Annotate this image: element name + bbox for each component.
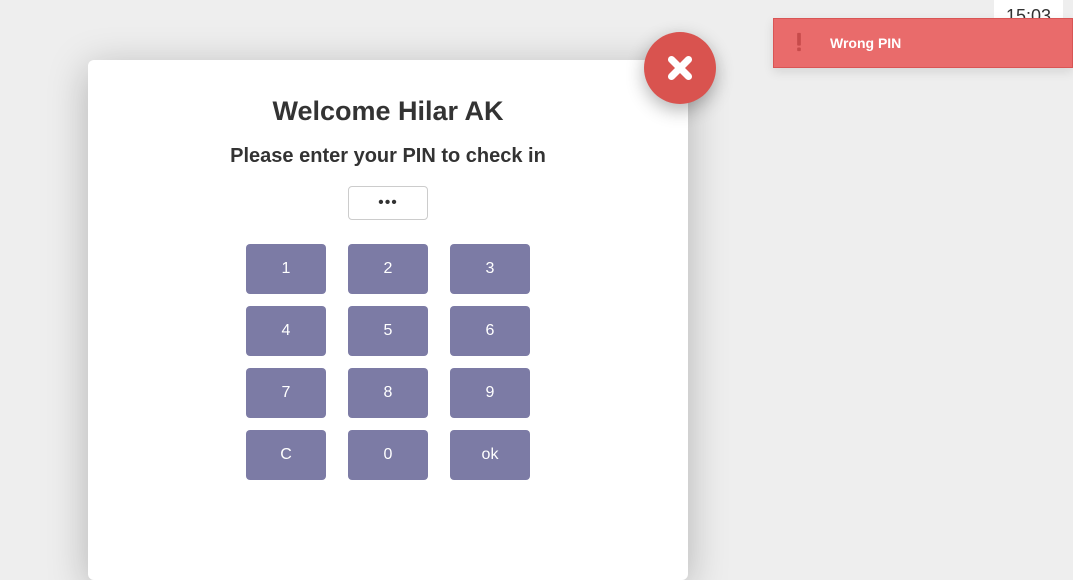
toast-inner: Wrong PIN xyxy=(788,31,1058,55)
key-4[interactable]: 4 xyxy=(246,306,326,356)
error-toast[interactable]: Wrong PIN xyxy=(773,18,1073,68)
key-9[interactable]: 9 xyxy=(450,368,530,418)
key-3[interactable]: 3 xyxy=(450,244,530,294)
keypad: 1 2 3 4 5 6 7 8 9 C 0 ok xyxy=(108,244,668,480)
key-8[interactable]: 8 xyxy=(348,368,428,418)
pin-modal: Welcome Hilar AK Please enter your PIN t… xyxy=(88,60,688,580)
warning-icon xyxy=(788,31,812,55)
key-clear[interactable]: C xyxy=(246,430,326,480)
key-6[interactable]: 6 xyxy=(450,306,530,356)
modal-title: Welcome Hilar AK xyxy=(108,96,668,127)
key-1[interactable]: 1 xyxy=(246,244,326,294)
modal-subtitle: Please enter your PIN to check in xyxy=(108,145,668,168)
pin-input-display xyxy=(348,186,428,220)
close-icon xyxy=(663,51,697,85)
toast-message: Wrong PIN xyxy=(830,35,901,51)
key-5[interactable]: 5 xyxy=(348,306,428,356)
key-ok[interactable]: ok xyxy=(450,430,530,480)
key-0[interactable]: 0 xyxy=(348,430,428,480)
close-button[interactable] xyxy=(644,32,716,104)
key-2[interactable]: 2 xyxy=(348,244,428,294)
key-7[interactable]: 7 xyxy=(246,368,326,418)
